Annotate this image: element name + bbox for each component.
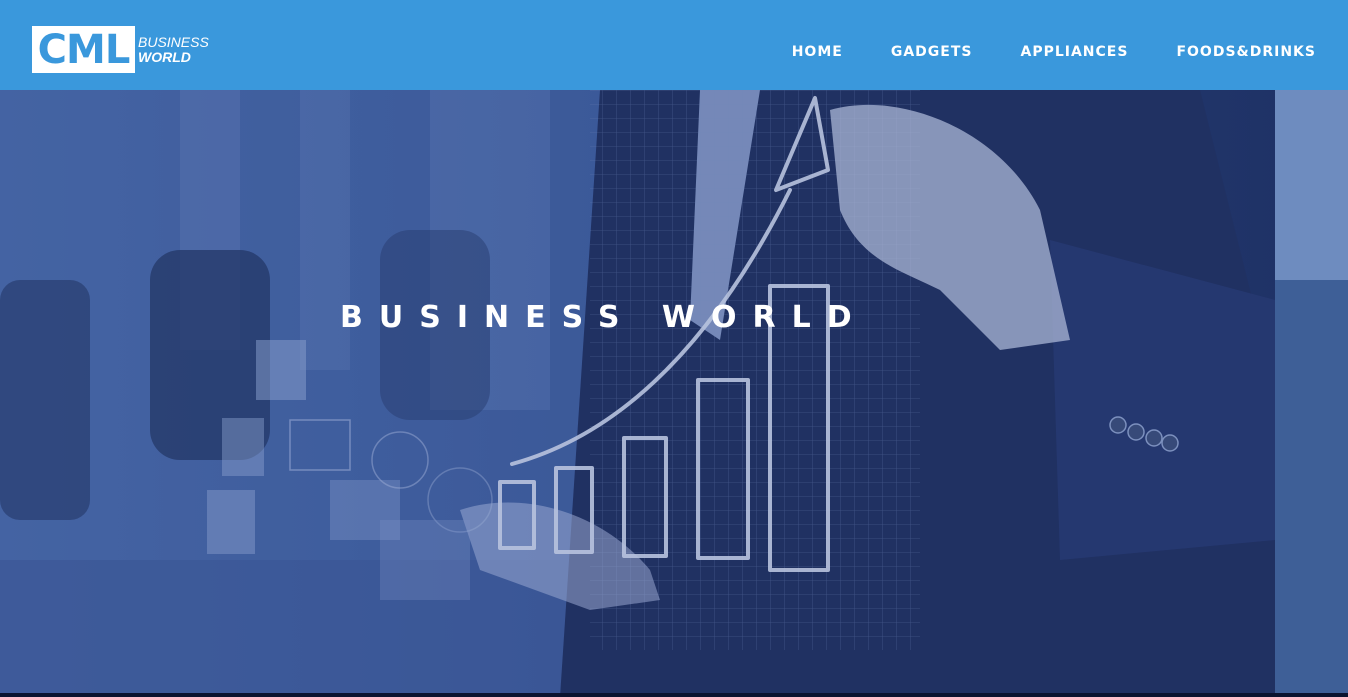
site-header: CML BUSINESS WORLD HOME GADGETS APPLIANC… — [0, 0, 1348, 90]
logo-line-1: BUSINESS — [138, 33, 209, 50]
main-nav: HOME GADGETS APPLIANCES FOODS&DRINKS — [792, 44, 1316, 60]
nav-appliances[interactable]: APPLIANCES — [1020, 44, 1128, 60]
hero-title: BUSINESS WORLD — [340, 300, 868, 335]
hero-background-image — [0, 90, 1348, 697]
nav-gadgets[interactable]: GADGETS — [891, 44, 973, 60]
logo-box: CML — [32, 26, 135, 73]
logo-line-2: WORLD — [138, 48, 191, 65]
logo-wordmark: BUSINESS WORLD — [138, 35, 209, 64]
hero-banner: BUSINESS WORLD — [0, 90, 1348, 697]
site-logo[interactable]: CML BUSINESS WORLD — [32, 26, 209, 73]
nav-foods-drinks[interactable]: FOODS&DRINKS — [1176, 44, 1316, 60]
bottom-scroll-edge — [0, 693, 1348, 697]
logo-mark: CML — [37, 26, 131, 73]
nav-home[interactable]: HOME — [792, 44, 843, 60]
